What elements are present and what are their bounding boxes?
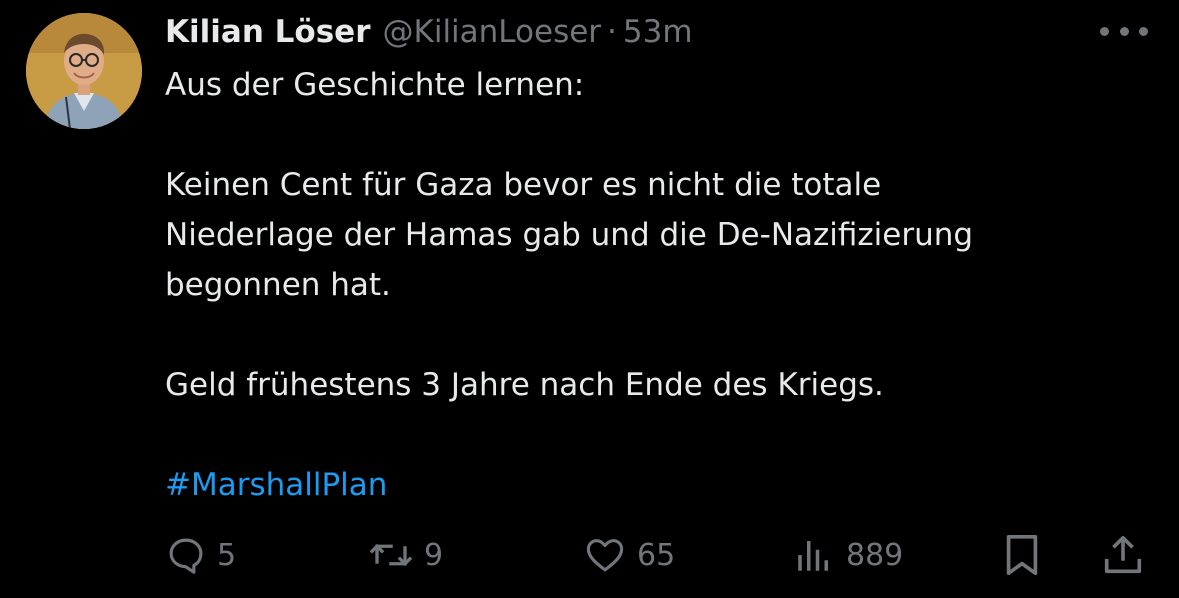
tweet-text-line	[165, 410, 1125, 460]
tweet-text: Aus der Geschichte lernen: Keinen Cent f…	[165, 60, 1125, 510]
more-icon[interactable]	[1100, 24, 1148, 38]
more-dot	[1119, 26, 1129, 36]
share-button[interactable]	[1100, 530, 1146, 580]
like-count: 65	[637, 537, 676, 573]
tweet[interactable]: Kilian Löser @KilianLoeser · 53m Aus der…	[0, 0, 1179, 598]
hashtag-link[interactable]: #MarshallPlan	[165, 460, 1125, 510]
more-dot	[1100, 26, 1109, 36]
action-bar: 5 9 65 889	[0, 530, 1179, 580]
views-button[interactable]: 889	[792, 530, 903, 580]
tweet-text-line: Keinen Cent für Gaza bevor es nicht die …	[165, 167, 882, 203]
tweet-text-line	[165, 110, 1125, 160]
display-name[interactable]: Kilian Löser	[165, 10, 371, 54]
avatar[interactable]	[26, 13, 142, 129]
share-icon	[1104, 535, 1142, 574]
tweet-header: Kilian Löser @KilianLoeser · 53m	[165, 10, 693, 54]
tweet-text-line: Niederlage der Hamas gab und die De-Nazi…	[165, 217, 974, 253]
repost-button[interactable]: 9	[368, 530, 443, 580]
separator-dot: ·	[607, 14, 617, 50]
timestamp[interactable]: 53m	[623, 10, 693, 54]
like-button[interactable]: 65	[583, 530, 675, 580]
repost-count: 9	[424, 537, 444, 573]
more-dot	[1139, 26, 1148, 36]
bookmark-icon	[1006, 534, 1038, 576]
tweet-text-line: Aus der Geschichte lernen:	[165, 67, 585, 103]
reply-icon	[169, 538, 203, 574]
tweet-text-line	[165, 310, 1125, 360]
reply-button[interactable]: 5	[165, 530, 236, 580]
reply-count: 5	[217, 537, 237, 573]
views-icon	[798, 541, 828, 571]
tweet-text-line: Geld frühestens 3 Jahre nach Ende des Kr…	[165, 367, 884, 403]
repost-icon	[369, 543, 413, 567]
avatar-image	[26, 13, 142, 129]
handle[interactable]: @KilianLoeser	[383, 10, 602, 54]
bookmark-button[interactable]	[999, 530, 1045, 580]
tweet-text-line: begonnen hat.	[165, 267, 391, 303]
like-icon	[586, 539, 624, 572]
views-count: 889	[846, 537, 904, 573]
